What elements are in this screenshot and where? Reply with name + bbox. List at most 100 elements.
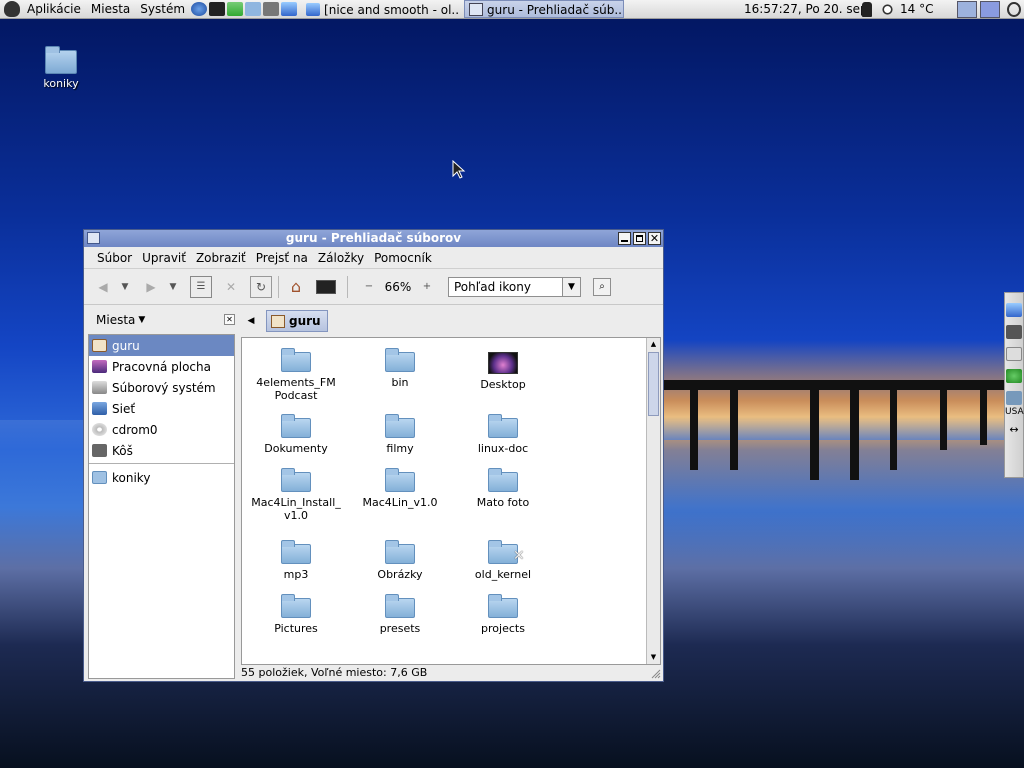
toolbar-separator	[347, 275, 348, 298]
view-mode-select[interactable]: Pohľad ikony ▼	[448, 276, 581, 297]
place-filesystem[interactable]: Súborový systém	[89, 377, 234, 398]
home-icon[interactable]: ⌂	[285, 276, 307, 298]
file-item[interactable]: Mac4Lin_Install_ v1.0	[244, 468, 348, 522]
back-history-chevron-down-icon[interactable]: ▼	[114, 276, 136, 298]
file-item-label: bin	[391, 376, 409, 389]
pier-silhouette	[640, 380, 1024, 480]
path-left-arrow-icon[interactable]: ◀	[244, 311, 258, 331]
menu-view[interactable]: Zobraziť	[191, 251, 251, 265]
vertical-scrollbar[interactable]: ▲ ▼	[646, 338, 660, 664]
file-item[interactable]: Obrázky	[348, 540, 452, 581]
folder-icon	[45, 46, 77, 74]
task-label: [nice and smooth - ol...	[324, 3, 462, 17]
file-item[interactable]: filmy	[348, 414, 452, 455]
music-note-icon	[306, 3, 321, 16]
close-side-pane-icon[interactable]: ✕	[224, 314, 235, 325]
close-button[interactable]: ✕	[648, 232, 661, 245]
browser-launcher-icon[interactable]	[191, 2, 208, 16]
file-item[interactable]: mp3	[244, 540, 348, 581]
music-note-icon[interactable]	[1006, 303, 1022, 317]
file-item-label: filmy	[386, 442, 414, 455]
forward-icon[interactable]: ▶	[140, 276, 162, 298]
workspace-2[interactable]	[980, 1, 1000, 18]
folder-icon	[281, 468, 311, 492]
place-home[interactable]: guru	[89, 335, 234, 356]
file-item[interactable]: presets	[348, 594, 452, 635]
menu-file[interactable]: Súbor	[92, 251, 137, 265]
stop-icon[interactable]: ✕	[220, 276, 242, 298]
folder-icon	[385, 414, 415, 438]
folder-launcher-icon[interactable]	[245, 2, 262, 16]
file-item[interactable]: projects	[451, 594, 555, 635]
weather-sun-icon[interactable]	[880, 2, 895, 17]
reload-icon[interactable]: ↻	[250, 275, 272, 298]
power-icon[interactable]	[1007, 2, 1021, 17]
workspace-1[interactable]	[957, 1, 977, 18]
temperature[interactable]: 14 °C	[900, 0, 933, 19]
broken-link-emblem-icon: ✕	[513, 548, 525, 564]
trash-icon	[92, 444, 107, 457]
back-icon[interactable]: ◀	[92, 276, 114, 298]
window-titlebar[interactable]: guru - Prehliadač súborov ✕	[84, 230, 663, 247]
search-icon[interactable]: ⌕	[593, 277, 611, 296]
task-music-player[interactable]: [nice and smooth - ol...	[301, 0, 461, 18]
desktop-folder-koniky[interactable]: koniky	[38, 46, 84, 90]
menu-applications[interactable]: Aplikácie	[22, 0, 86, 19]
zoom-level[interactable]: 66%	[380, 280, 416, 294]
path-button-home[interactable]: guru	[266, 310, 328, 332]
chevron-down-icon: ▼	[138, 315, 146, 325]
file-item-label: presets	[379, 622, 421, 635]
clock[interactable]: 16:57:27, Po 20. sep	[744, 0, 868, 19]
forward-history-chevron-down-icon[interactable]: ▼	[162, 276, 184, 298]
window-menu-icon[interactable]	[87, 232, 100, 244]
location-toggle-icon[interactable]: ☰	[190, 275, 212, 298]
music-launcher-icon[interactable]	[281, 2, 298, 16]
resize-arrows-icon[interactable]: ↔	[1005, 423, 1023, 436]
menu-bookmarks[interactable]: Záložky	[313, 251, 369, 265]
terminal-launcher-icon[interactable]	[209, 2, 226, 16]
file-item-label: 4elements_FM	[256, 376, 336, 389]
computer-icon[interactable]	[315, 276, 337, 298]
folder-icon	[385, 540, 415, 564]
lock-icon[interactable]	[862, 2, 872, 17]
zoom-out-icon[interactable]: −	[358, 276, 380, 298]
place-desktop[interactable]: Pracovná plocha	[89, 356, 234, 377]
trash-launcher-icon[interactable]	[263, 2, 280, 16]
chat-launcher-icon[interactable]	[227, 2, 244, 16]
scroll-down-icon[interactable]: ▼	[647, 651, 660, 664]
scrollbar-thumb[interactable]	[648, 352, 659, 416]
icon-view[interactable]: 4elements_FM Podcastbin Desktop Dokumenty fi…	[241, 337, 661, 665]
network-status-icon[interactable]	[1006, 369, 1022, 383]
place-network[interactable]: Sieť	[89, 398, 234, 419]
task-file-browser[interactable]: guru - Prehliadač súb...	[464, 0, 625, 18]
side-pane-header[interactable]: Miesta ▼ ✕	[88, 307, 235, 333]
resize-grip-icon[interactable]	[651, 669, 661, 679]
place-trash[interactable]: Kôš	[89, 440, 234, 461]
menu-go[interactable]: Prejsť na	[251, 251, 313, 265]
toolbar-separator	[278, 275, 279, 298]
minimize-button[interactable]	[618, 232, 631, 245]
bookmark-koniky[interactable]: koniky	[89, 467, 234, 488]
place-cdrom[interactable]: cdrom0	[89, 419, 234, 440]
keyboard-layout-icon[interactable]	[1006, 391, 1022, 405]
file-item[interactable]: Desktop	[451, 352, 555, 391]
keyboard-layout-label[interactable]: USA	[1005, 407, 1024, 417]
volume-icon[interactable]	[1006, 325, 1022, 339]
mail-icon[interactable]	[1006, 347, 1022, 361]
zoom-in-icon[interactable]: +	[416, 276, 438, 298]
file-item[interactable]: linux-doc	[451, 414, 555, 455]
file-item[interactable]: Dokumenty	[244, 414, 348, 455]
menu-help[interactable]: Pomocník	[369, 251, 437, 265]
scroll-up-icon[interactable]: ▲	[647, 338, 660, 351]
file-item[interactable]: Pictures	[244, 594, 348, 635]
menu-edit[interactable]: Upraviť	[137, 251, 191, 265]
file-item[interactable]: Mac4Lin_v1.0	[348, 468, 452, 509]
file-item[interactable]: ✕ old_kernel	[451, 540, 555, 581]
maximize-button[interactable]	[633, 232, 646, 245]
file-item[interactable]: 4elements_FM Podcast	[244, 348, 348, 402]
menu-places[interactable]: Miesta	[86, 0, 135, 19]
gnome-foot-icon[interactable]	[4, 1, 20, 17]
file-item[interactable]: bin	[348, 348, 452, 389]
menu-system[interactable]: Systém	[135, 0, 190, 19]
file-item[interactable]: Mato foto	[451, 468, 555, 509]
